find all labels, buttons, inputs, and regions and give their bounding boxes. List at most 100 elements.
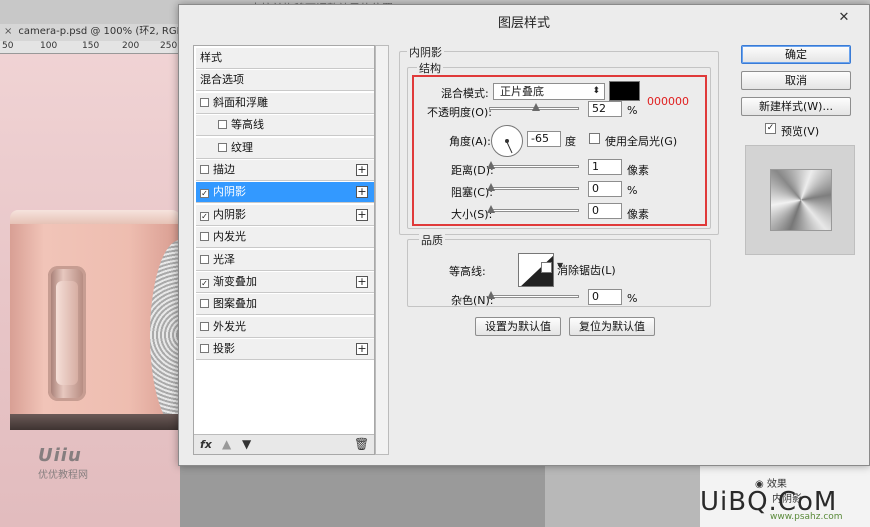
distance-slider[interactable]	[487, 161, 579, 169]
style-checkbox[interactable]	[200, 97, 209, 107]
style-list-item[interactable]: 描边 +	[196, 160, 374, 181]
layer-style-dialog: 图层样式 ✕ 样式 混合选项 斜面和浮雕 等高线 纹理 描边 + ✓ 内阴影 + ✓ 内阴影 + 内发光光…	[178, 4, 870, 466]
choke-slider-thumb[interactable]	[487, 183, 495, 191]
add-effect-icon[interactable]: +	[356, 186, 368, 199]
noise-slider[interactable]	[487, 291, 579, 299]
cancel-button[interactable]: 取消	[741, 71, 851, 90]
watermark-subtitle: 优优教程网	[38, 470, 88, 481]
opacity-unit: %	[627, 104, 638, 117]
style-list-item[interactable]: 投影 +	[196, 339, 374, 361]
document-tab[interactable]: × camera-p.psd @ 100% (环2, RGB	[0, 24, 200, 41]
style-list-item-label: 投影	[213, 342, 235, 356]
style-checkbox[interactable]	[200, 299, 209, 309]
make-default-button[interactable]: 设置为默认值	[475, 317, 561, 336]
distance-slider-thumb[interactable]	[487, 161, 495, 169]
style-list-item[interactable]: 混合选项	[196, 70, 374, 92]
global-light-checkbox[interactable]	[589, 133, 600, 144]
blend-mode-select[interactable]: 正片叠底 ⬍	[493, 83, 605, 100]
style-list-item[interactable]: 光泽	[196, 249, 374, 271]
angle-dial[interactable]	[491, 125, 523, 157]
site-watermark-sub: www.psahz.com	[770, 512, 843, 522]
angle-unit: 度	[565, 135, 576, 148]
style-list-item[interactable]: 等高线	[196, 115, 374, 137]
style-checkbox[interactable]	[200, 232, 209, 242]
close-icon[interactable]: ×	[4, 26, 12, 37]
style-list-item[interactable]: 外发光	[196, 316, 374, 338]
add-effect-icon[interactable]: +	[356, 164, 368, 176]
style-list-item[interactable]: 斜面和浮雕	[196, 92, 374, 114]
style-list-item-label: 纹理	[231, 140, 253, 154]
style-checkbox[interactable]: ✓	[200, 189, 209, 199]
noise-unit: %	[627, 292, 638, 305]
dialog-titlebar[interactable]: 图层样式 ✕	[179, 5, 869, 35]
add-effect-icon[interactable]: +	[356, 208, 368, 221]
style-checkbox[interactable]	[218, 142, 227, 152]
style-list-item-label: 渐变叠加	[213, 275, 257, 288]
style-list-item[interactable]: ✓ 内阴影 +	[196, 182, 374, 204]
opacity-slider-thumb[interactable]	[531, 103, 540, 111]
style-list-item-label: 样式	[200, 51, 222, 64]
watermark-logo: Uiiu	[38, 445, 82, 466]
style-checkbox[interactable]	[200, 254, 209, 264]
style-list-item[interactable]: 样式	[196, 48, 374, 69]
style-checkbox[interactable]	[218, 120, 227, 130]
add-effect-icon[interactable]: +	[356, 343, 368, 356]
arrow-up-icon[interactable]: ▲	[222, 437, 231, 451]
choke-field[interactable]: 0	[588, 181, 622, 197]
close-button[interactable]: ✕	[829, 8, 859, 28]
fx-button[interactable]: fx	[200, 438, 212, 451]
style-list-item-label: 内发光	[213, 230, 246, 244]
style-list-item[interactable]: ✓ 内阴影 +	[196, 204, 374, 226]
ruler-tick: 150	[82, 41, 100, 51]
style-checkbox[interactable]	[200, 165, 209, 174]
preview-checkbox[interactable]: ✓	[765, 123, 776, 134]
size-unit: 像素	[627, 208, 649, 221]
style-preview-swatch	[771, 170, 831, 230]
add-effect-icon[interactable]: +	[356, 276, 368, 288]
ok-button[interactable]: 确定	[741, 45, 851, 64]
style-list-item[interactable]: ✓ 渐变叠加 +	[196, 272, 374, 293]
dialog-title: 图层样式	[497, 16, 550, 31]
style-checkbox[interactable]	[200, 321, 209, 331]
document-tab-label: camera-p.psd @ 100% (环2, RGB	[18, 26, 184, 37]
trash-icon[interactable]: 🗑	[354, 437, 369, 451]
angle-field[interactable]: -65	[527, 131, 561, 147]
style-list-item[interactable]: 内发光	[196, 227, 374, 249]
antialias-label: 消除锯齿(L)	[557, 264, 616, 277]
style-list-item-label: 斜面和浮雕	[213, 95, 268, 109]
reset-default-button[interactable]: 复位为默认值	[569, 317, 655, 336]
arrow-down-icon[interactable]: ▼	[242, 437, 251, 451]
choke-slider[interactable]	[487, 183, 579, 191]
blend-mode-value: 正片叠底	[500, 85, 544, 98]
noise-field[interactable]: 0	[588, 289, 622, 305]
camera-grip	[48, 266, 86, 401]
style-list-scrollbar[interactable]	[375, 45, 389, 455]
global-light-label: 使用全局光(G)	[605, 135, 678, 148]
style-list-item[interactable]: 纹理	[196, 137, 374, 159]
style-list-item-label: 图案叠加	[213, 297, 257, 311]
style-list-item-label: 光泽	[213, 252, 235, 266]
opacity-slider[interactable]	[489, 103, 579, 111]
style-checkbox[interactable]	[200, 344, 209, 354]
angle-label: 角度(A):	[449, 135, 491, 148]
style-list-item-label: 外发光	[213, 319, 246, 333]
noise-slider-thumb[interactable]	[487, 291, 495, 299]
style-checkbox[interactable]: ✓	[200, 279, 209, 288]
style-list-item-label: 内阴影	[213, 185, 246, 199]
antialias-checkbox[interactable]	[541, 262, 552, 273]
angle-center	[505, 139, 509, 143]
opacity-field[interactable]: 52	[588, 101, 622, 117]
color-annotation: 000000	[647, 95, 689, 108]
style-list-item[interactable]: 图案叠加	[196, 294, 374, 316]
size-field[interactable]: 0	[588, 203, 622, 219]
opacity-label: 不透明度(O):	[427, 106, 492, 119]
style-checkbox[interactable]: ✓	[200, 211, 209, 221]
camera-grip-inner	[56, 281, 78, 385]
shadow-color-swatch[interactable]	[609, 81, 640, 101]
contour-label: 等高线:	[449, 265, 486, 278]
new-style-button[interactable]: 新建样式(W)...	[741, 97, 851, 116]
distance-field[interactable]: 1	[588, 159, 622, 175]
blend-mode-label: 混合模式:	[441, 87, 489, 100]
size-slider[interactable]	[487, 205, 579, 213]
size-slider-thumb[interactable]	[487, 205, 495, 213]
